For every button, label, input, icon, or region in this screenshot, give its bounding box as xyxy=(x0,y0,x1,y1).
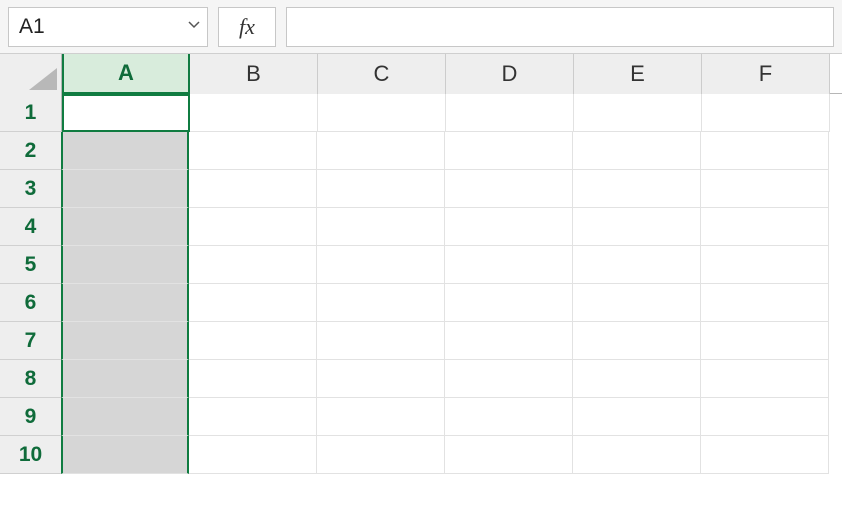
cell-e6[interactable] xyxy=(573,284,701,322)
cell-c8[interactable] xyxy=(317,360,445,398)
cell-d2[interactable] xyxy=(445,132,573,170)
row: 6 xyxy=(0,284,842,322)
cell-d9[interactable] xyxy=(445,398,573,436)
cell-d10[interactable] xyxy=(445,436,573,474)
cell-a6[interactable] xyxy=(61,284,189,322)
cell-d6[interactable] xyxy=(445,284,573,322)
column-headers-row: ABCDEF xyxy=(0,54,842,94)
cell-e8[interactable] xyxy=(573,360,701,398)
cell-c4[interactable] xyxy=(317,208,445,246)
cell-f7[interactable] xyxy=(701,322,829,360)
cell-e9[interactable] xyxy=(573,398,701,436)
column-header-c[interactable]: C xyxy=(318,54,446,94)
column-header-a[interactable]: A xyxy=(62,54,190,94)
row-header-2[interactable]: 2 xyxy=(0,132,62,170)
cell-b1[interactable] xyxy=(190,94,318,132)
cell-c3[interactable] xyxy=(317,170,445,208)
cell-c9[interactable] xyxy=(317,398,445,436)
row: 9 xyxy=(0,398,842,436)
grid-body: 12345678910 xyxy=(0,94,842,474)
formula-input[interactable] xyxy=(286,7,834,47)
cell-d7[interactable] xyxy=(445,322,573,360)
cell-b10[interactable] xyxy=(189,436,317,474)
cell-c5[interactable] xyxy=(317,246,445,284)
cell-e1[interactable] xyxy=(574,94,702,132)
cell-a8[interactable] xyxy=(61,360,189,398)
cell-f3[interactable] xyxy=(701,170,829,208)
cell-a4[interactable] xyxy=(61,208,189,246)
cell-d8[interactable] xyxy=(445,360,573,398)
cell-e4[interactable] xyxy=(573,208,701,246)
fx-button[interactable]: fx xyxy=(218,7,276,47)
column-header-f[interactable]: F xyxy=(702,54,830,94)
row-header-6[interactable]: 6 xyxy=(0,284,62,322)
row: 3 xyxy=(0,170,842,208)
cell-d1[interactable] xyxy=(446,94,574,132)
row-header-3[interactable]: 3 xyxy=(0,170,62,208)
row-header-5[interactable]: 5 xyxy=(0,246,62,284)
row-header-10[interactable]: 10 xyxy=(0,436,62,474)
cell-c6[interactable] xyxy=(317,284,445,322)
formula-bar: fx xyxy=(0,0,842,54)
cell-e5[interactable] xyxy=(573,246,701,284)
row-header-9[interactable]: 9 xyxy=(0,398,62,436)
cell-b3[interactable] xyxy=(189,170,317,208)
cell-a2[interactable] xyxy=(61,132,189,170)
row: 4 xyxy=(0,208,842,246)
cell-a5[interactable] xyxy=(61,246,189,284)
cell-b4[interactable] xyxy=(189,208,317,246)
row-header-7[interactable]: 7 xyxy=(0,322,62,360)
cell-f10[interactable] xyxy=(701,436,829,474)
row: 2 xyxy=(0,132,842,170)
row-header-1[interactable]: 1 xyxy=(0,94,62,132)
fx-label: fx xyxy=(239,14,255,40)
cell-a9[interactable] xyxy=(61,398,189,436)
cell-c2[interactable] xyxy=(317,132,445,170)
cell-a10[interactable] xyxy=(61,436,189,474)
spreadsheet-grid: ABCDEF 12345678910 xyxy=(0,54,842,516)
cell-a3[interactable] xyxy=(61,170,189,208)
cell-f6[interactable] xyxy=(701,284,829,322)
cell-c1[interactable] xyxy=(318,94,446,132)
cell-f9[interactable] xyxy=(701,398,829,436)
cell-f5[interactable] xyxy=(701,246,829,284)
cell-b8[interactable] xyxy=(189,360,317,398)
cell-f1[interactable] xyxy=(702,94,830,132)
cell-e2[interactable] xyxy=(573,132,701,170)
cell-b6[interactable] xyxy=(189,284,317,322)
cell-c10[interactable] xyxy=(317,436,445,474)
cell-d3[interactable] xyxy=(445,170,573,208)
cell-b2[interactable] xyxy=(189,132,317,170)
name-box[interactable] xyxy=(8,7,208,47)
row: 10 xyxy=(0,436,842,474)
row: 8 xyxy=(0,360,842,398)
row-header-8[interactable]: 8 xyxy=(0,360,62,398)
cell-f8[interactable] xyxy=(701,360,829,398)
row: 5 xyxy=(0,246,842,284)
cell-e7[interactable] xyxy=(573,322,701,360)
column-header-e[interactable]: E xyxy=(574,54,702,94)
cell-c7[interactable] xyxy=(317,322,445,360)
cell-b9[interactable] xyxy=(189,398,317,436)
cell-e3[interactable] xyxy=(573,170,701,208)
column-header-b[interactable]: B xyxy=(190,54,318,94)
cell-a1[interactable] xyxy=(62,94,190,132)
cell-e10[interactable] xyxy=(573,436,701,474)
cell-b7[interactable] xyxy=(189,322,317,360)
column-header-d[interactable]: D xyxy=(446,54,574,94)
row: 7 xyxy=(0,322,842,360)
cell-d5[interactable] xyxy=(445,246,573,284)
name-box-wrap xyxy=(8,7,208,47)
select-all-corner[interactable] xyxy=(0,54,62,94)
cell-d4[interactable] xyxy=(445,208,573,246)
row-header-4[interactable]: 4 xyxy=(0,208,62,246)
cell-a7[interactable] xyxy=(61,322,189,360)
cell-f2[interactable] xyxy=(701,132,829,170)
cell-f4[interactable] xyxy=(701,208,829,246)
cell-b5[interactable] xyxy=(189,246,317,284)
row: 1 xyxy=(0,94,842,132)
